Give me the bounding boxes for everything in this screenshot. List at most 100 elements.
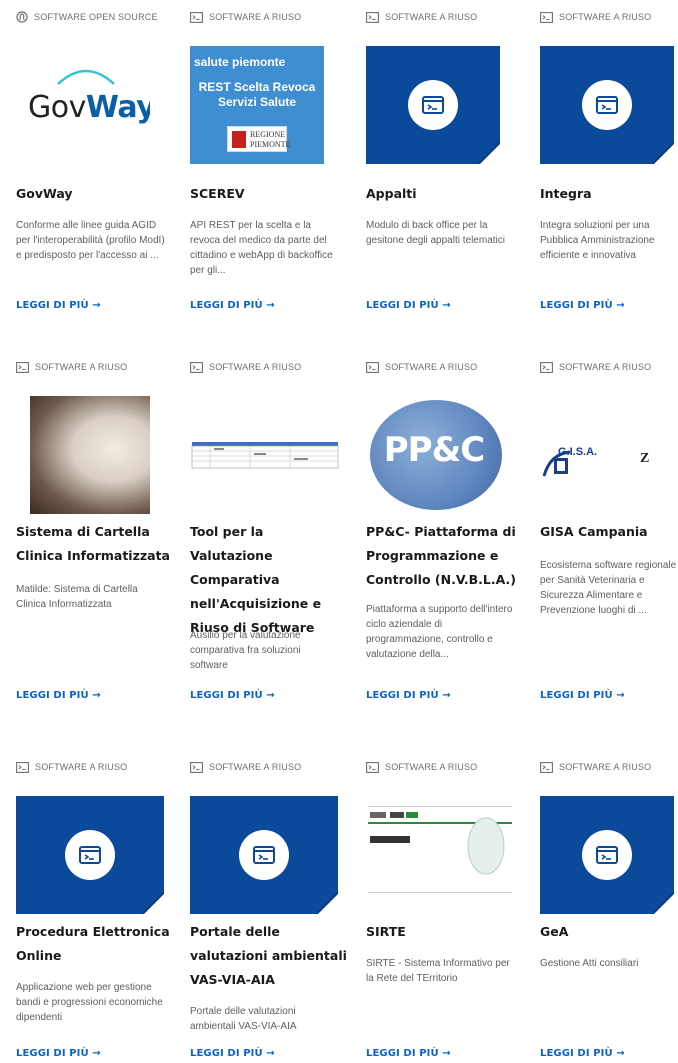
placeholder-image[interactable] bbox=[540, 46, 674, 164]
region-text: REGIONE PIEMONTE bbox=[250, 130, 291, 149]
sirte-graphic bbox=[368, 806, 512, 893]
category-text: SOFTWARE A RIUSO bbox=[559, 362, 652, 372]
logo-text-accent: Way bbox=[85, 90, 150, 125]
logo-text: PP&C bbox=[383, 430, 485, 470]
sirte-logo-image[interactable] bbox=[366, 796, 514, 914]
card-title[interactable]: GeA bbox=[540, 920, 678, 944]
card-title[interactable]: Procedura Elettronica Online bbox=[16, 920, 176, 968]
card-title[interactable]: PP&C- Piattaforma di Programmazione e Co… bbox=[366, 520, 526, 592]
read-more-link[interactable]: LEGGI DI PIÙ → bbox=[16, 1048, 101, 1059]
category-text: SOFTWARE A RIUSO bbox=[385, 762, 478, 772]
category-label: SOFTWARE A RIUSO bbox=[540, 10, 651, 24]
terminal-icon bbox=[540, 761, 553, 773]
category-label: SOFTWARE OPEN SOURCE bbox=[16, 10, 158, 24]
category-label: SOFTWARE A RIUSO bbox=[540, 360, 651, 374]
card-description: Conforme alle linee guida AGID per l'int… bbox=[16, 220, 165, 261]
card-description: SIRTE - Sistema Informativo per la Rete … bbox=[366, 958, 510, 984]
category-label: SOFTWARE A RIUSO bbox=[540, 760, 651, 774]
logo-text: REST Scelta Revoca Servizi Salute bbox=[198, 80, 316, 109]
placeholder-image[interactable] bbox=[16, 796, 164, 914]
category-label: SOFTWARE A RIUSO bbox=[190, 10, 301, 24]
card-title[interactable]: Sistema di Cartella Clinica Informatizza… bbox=[16, 520, 176, 568]
card-description: Ecosistema software regionale per Sanità… bbox=[540, 560, 677, 616]
placeholder-image[interactable] bbox=[190, 796, 338, 914]
category-label: SOFTWARE A RIUSO bbox=[366, 10, 477, 24]
category-text: SOFTWARE A RIUSO bbox=[385, 362, 478, 372]
card-description: API REST per la scelta e la revoca del m… bbox=[190, 220, 333, 276]
app-window-icon bbox=[239, 830, 289, 880]
govway-logo-image[interactable]: GovWay bbox=[16, 46, 150, 164]
terminal-icon bbox=[366, 361, 379, 373]
card-title[interactable]: GISA Campania bbox=[540, 520, 678, 544]
category-label: SOFTWARE A RIUSO bbox=[366, 360, 477, 374]
category-text: SOFTWARE A RIUSO bbox=[559, 762, 652, 772]
category-label: SOFTWARE A RIUSO bbox=[16, 760, 127, 774]
category-text: SOFTWARE A RIUSO bbox=[209, 762, 302, 772]
spreadsheet-image[interactable] bbox=[190, 396, 340, 514]
category-text: SOFTWARE A RIUSO bbox=[35, 762, 128, 772]
logo-text: Gov bbox=[28, 90, 86, 125]
read-more-link[interactable]: LEGGI DI PIÙ → bbox=[16, 690, 101, 701]
category-text: SOFTWARE A RIUSO bbox=[209, 12, 302, 22]
terminal-icon bbox=[16, 761, 29, 773]
card-description: Modulo di back office per la gesitone de… bbox=[366, 220, 505, 246]
read-more-link[interactable]: LEGGI DI PIÙ → bbox=[16, 300, 101, 311]
card-title[interactable]: SIRTE bbox=[366, 920, 526, 944]
region-logo: REGIONE PIEMONTE bbox=[227, 126, 291, 152]
terminal-icon bbox=[366, 11, 379, 23]
card-title[interactable]: GovWay bbox=[16, 182, 176, 206]
terminal-icon bbox=[366, 761, 379, 773]
gisa-logo-image[interactable]: Z G.I.S.A. bbox=[540, 396, 674, 514]
card-title[interactable]: Integra bbox=[540, 182, 678, 206]
category-text: SOFTWARE A RIUSO bbox=[559, 12, 652, 22]
category-text: SOFTWARE A RIUSO bbox=[209, 362, 302, 372]
read-more-link[interactable]: LEGGI DI PIÙ → bbox=[366, 690, 451, 701]
app-window-icon bbox=[582, 80, 632, 130]
terminal-icon bbox=[16, 361, 29, 373]
category-text: SOFTWARE OPEN SOURCE bbox=[34, 12, 158, 22]
card-description: Integra soluzioni per una Pubblica Ammin… bbox=[540, 220, 655, 261]
read-more-link[interactable]: LEGGI DI PIÙ → bbox=[366, 1048, 451, 1059]
category-label: SOFTWARE A RIUSO bbox=[190, 360, 301, 374]
card-description: Applicazione web per gestione bandi e pr… bbox=[16, 982, 163, 1023]
read-more-link[interactable]: LEGGI DI PIÙ → bbox=[190, 1048, 275, 1059]
card-description: Portale delle valutazioni ambientali VAS… bbox=[190, 1006, 297, 1032]
card-title[interactable]: Portale delle valutazioni ambientali VAS… bbox=[190, 920, 350, 992]
read-more-link[interactable]: LEGGI DI PIÙ → bbox=[190, 690, 275, 701]
category-text: SOFTWARE A RIUSO bbox=[35, 362, 128, 372]
card-title[interactable]: Tool per la Valutazione Comparativa nell… bbox=[190, 520, 350, 640]
open-source-icon bbox=[16, 11, 28, 23]
placeholder-image[interactable] bbox=[540, 796, 674, 914]
app-window-icon bbox=[582, 830, 632, 880]
read-more-link[interactable]: LEGGI DI PIÙ → bbox=[540, 690, 625, 701]
read-more-link[interactable]: LEGGI DI PIÙ → bbox=[540, 1048, 625, 1059]
placeholder-image[interactable] bbox=[366, 46, 500, 164]
app-window-icon bbox=[408, 80, 458, 130]
read-more-link[interactable]: LEGGI DI PIÙ → bbox=[190, 300, 275, 311]
read-more-link[interactable]: LEGGI DI PIÙ → bbox=[366, 300, 451, 311]
portrait-image[interactable] bbox=[30, 396, 150, 514]
card-title[interactable]: Appalti bbox=[366, 182, 526, 206]
card-title[interactable]: SCEREV bbox=[190, 182, 350, 206]
category-text: SOFTWARE A RIUSO bbox=[385, 12, 478, 22]
svg-text:Z: Z bbox=[640, 451, 649, 466]
card-description: Piattaforma a supporto dell'intero ciclo… bbox=[366, 604, 513, 660]
spreadsheet-graphic bbox=[191, 442, 339, 469]
category-label: SOFTWARE A RIUSO bbox=[190, 760, 301, 774]
terminal-icon bbox=[190, 361, 203, 373]
terminal-icon bbox=[190, 11, 203, 23]
card-description: Matilde: Sistema di Cartella Clinica Inf… bbox=[16, 584, 138, 610]
category-label: SOFTWARE A RIUSO bbox=[366, 760, 477, 774]
terminal-icon bbox=[540, 11, 553, 23]
logo-badge: salute piemonte bbox=[194, 55, 286, 69]
scerev-logo-image[interactable]: salute piemonte REST Scelta Revoca Servi… bbox=[190, 46, 324, 164]
card-description: Gestione Atti consiliari bbox=[540, 958, 639, 969]
category-label: SOFTWARE A RIUSO bbox=[16, 360, 127, 374]
card-description: Ausilio per la valutazione comparativa f… bbox=[190, 630, 301, 671]
app-window-icon bbox=[65, 830, 115, 880]
terminal-icon bbox=[540, 361, 553, 373]
read-more-link[interactable]: LEGGI DI PIÙ → bbox=[540, 300, 625, 311]
ppc-logo-image[interactable]: PP&C bbox=[366, 396, 506, 514]
logo-text: G.I.S.A. bbox=[558, 446, 598, 458]
terminal-icon bbox=[190, 761, 203, 773]
